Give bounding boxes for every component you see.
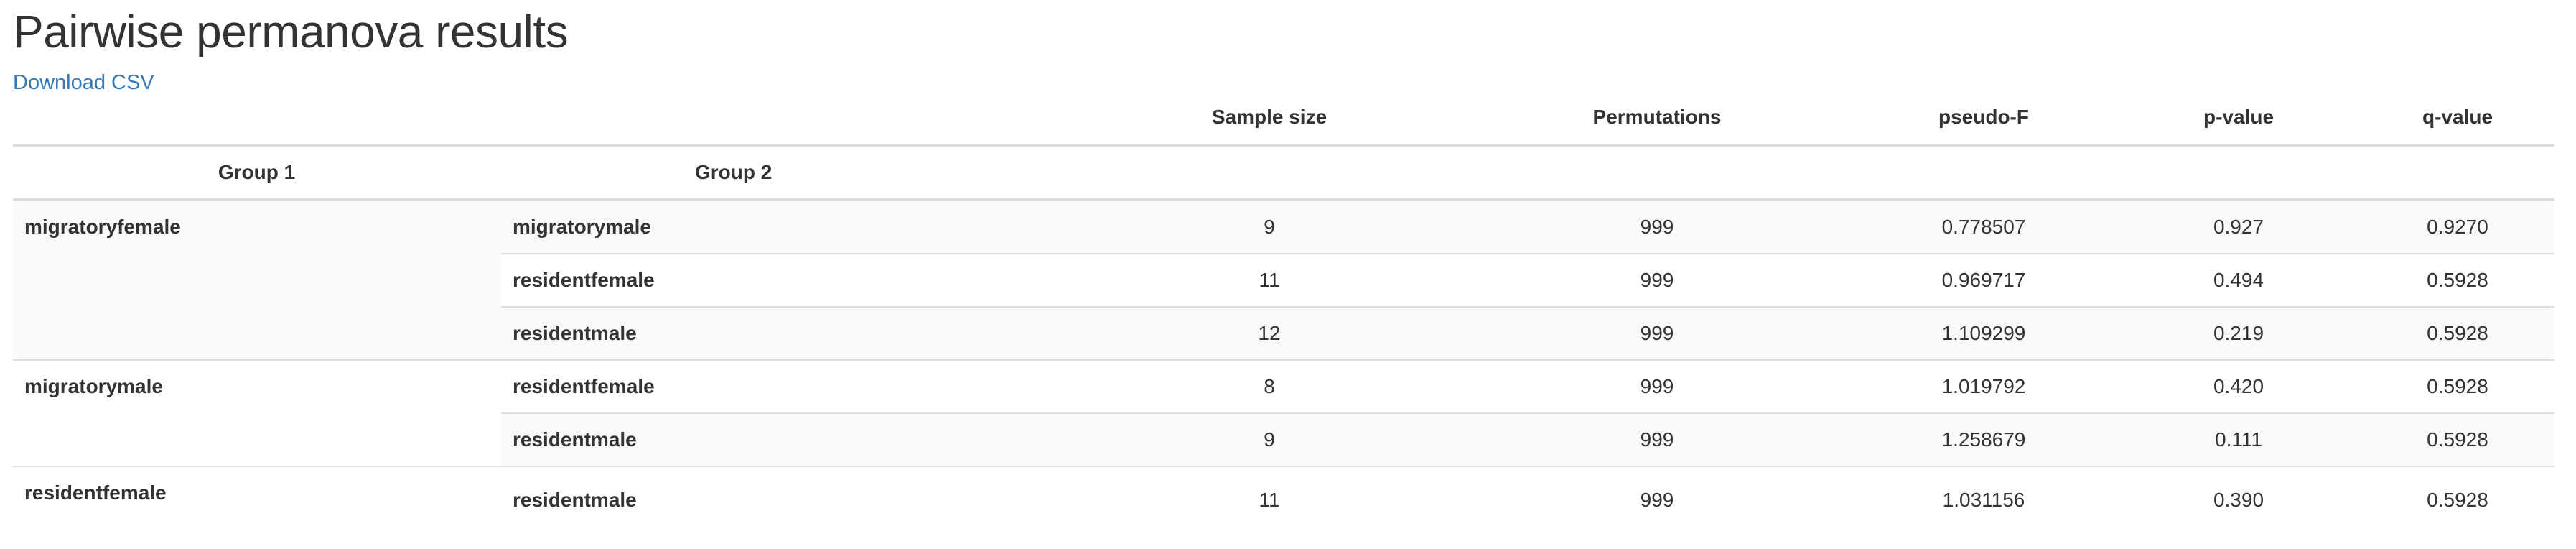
permutations-cell: 999 [1463, 359, 1851, 413]
page-title: Pairwise permanova results [13, 6, 569, 57]
p-value-cell: 0.219 [2117, 306, 2361, 360]
q-value-cell: 0.5928 [2361, 466, 2554, 533]
header-pseudo-f: pseudo-F [1851, 91, 2117, 147]
group2-cell: residentmale [501, 412, 1075, 466]
sample-size-cell: 11 [1075, 253, 1463, 307]
header-group-1: Group 1 [13, 145, 501, 201]
header-empty [2117, 145, 2361, 201]
q-value-cell: 0.5928 [2361, 253, 2554, 307]
header-empty [1075, 145, 1463, 201]
header-row-metrics: Sample size Permutations pseudo-F p-valu… [13, 91, 2554, 147]
table-row: residentfemale residentmale 11 999 1.031… [13, 466, 2554, 533]
header-group-2: Group 2 [501, 145, 1075, 201]
p-value-cell: 0.111 [2117, 412, 2361, 466]
pseudo-f-cell: 1.258679 [1851, 412, 2117, 466]
group2-cell: residentfemale [501, 253, 1075, 307]
pseudo-f-cell: 0.778507 [1851, 199, 2117, 254]
table-row: migratoryfemale migratorymale 9 999 0.77… [13, 199, 2554, 360]
group2-cell: residentmale [501, 306, 1075, 360]
permutations-cell: 999 [1463, 306, 1851, 360]
permutations-cell: 999 [1463, 253, 1851, 307]
page-container: Pairwise permanova results Download CSV [13, 0, 2554, 95]
pseudo-f-cell: 1.109299 [1851, 306, 2117, 360]
group1-cell: residentfemale [13, 466, 501, 533]
p-value-cell: 0.927 [2117, 199, 2361, 254]
sample-size-cell: 9 [1075, 412, 1463, 466]
header-p-value: p-value [2117, 91, 2361, 147]
header-empty [1851, 145, 2117, 201]
sample-size-cell: 9 [1075, 199, 1463, 254]
group2-cell: migratorymale [501, 199, 1075, 254]
header-empty [1463, 145, 1851, 201]
permutations-cell: 999 [1463, 199, 1851, 254]
group1-cell: migratorymale [13, 359, 501, 466]
header-permutations: Permutations [1463, 91, 1851, 147]
header-sample-size: Sample size [1075, 91, 1463, 147]
group2-cell: residentfemale [501, 359, 1075, 413]
permutations-cell: 999 [1463, 412, 1851, 466]
q-value-cell: 0.5928 [2361, 306, 2554, 360]
results-table: Sample size Permutations pseudo-F p-valu… [13, 91, 2554, 533]
p-value-cell: 0.390 [2117, 466, 2361, 533]
p-value-cell: 0.420 [2117, 359, 2361, 413]
sample-size-cell: 8 [1075, 359, 1463, 413]
pseudo-f-cell: 1.019792 [1851, 359, 2117, 413]
q-value-cell: 0.5928 [2361, 359, 2554, 413]
permutations-cell: 999 [1463, 466, 1851, 533]
group1-cell: migratoryfemale [13, 199, 501, 360]
header-empty [2361, 145, 2554, 201]
sample-size-cell: 11 [1075, 466, 1463, 533]
group2-cell: residentmale [501, 466, 1075, 533]
header-empty [501, 91, 1075, 147]
header-q-value: q-value [2361, 91, 2554, 147]
header-empty [13, 91, 501, 147]
q-value-cell: 0.9270 [2361, 199, 2554, 254]
pseudo-f-cell: 1.031156 [1851, 466, 2117, 533]
sample-size-cell: 12 [1075, 306, 1463, 360]
header-row-groups: Group 1 Group 2 [13, 145, 2554, 201]
pseudo-f-cell: 0.969717 [1851, 253, 2117, 307]
table-row: migratorymale residentfemale 8 999 1.019… [13, 359, 2554, 466]
p-value-cell: 0.494 [2117, 253, 2361, 307]
q-value-cell: 0.5928 [2361, 412, 2554, 466]
